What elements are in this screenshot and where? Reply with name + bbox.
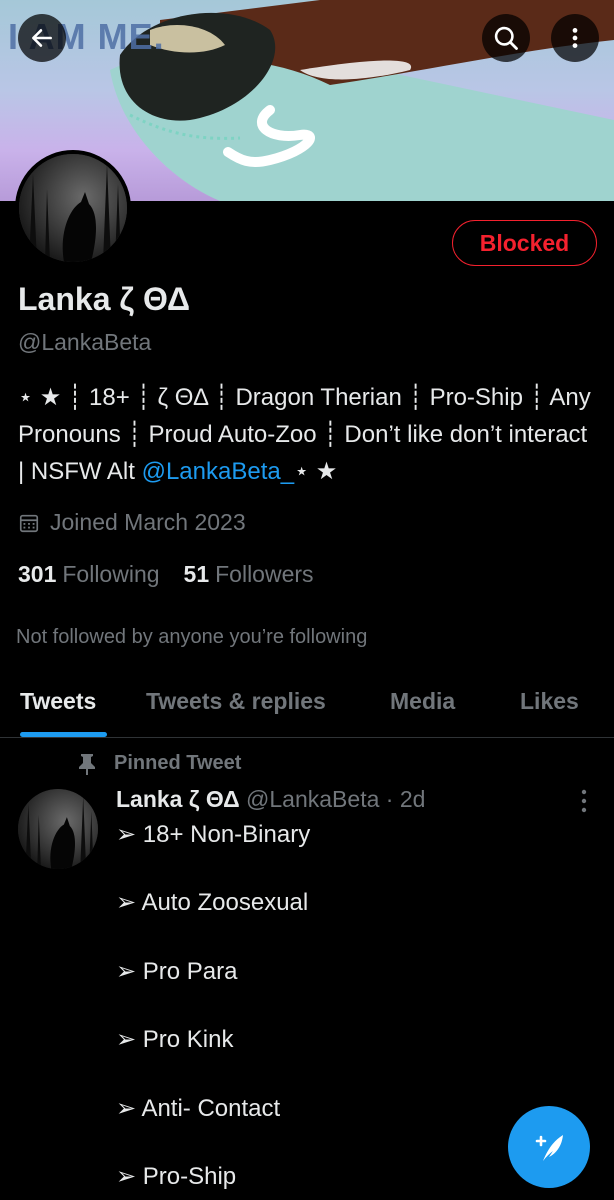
tweet-author-name[interactable]: Lanka ζ ΘΔ [116, 786, 240, 812]
bio-mention-link[interactable]: @LankaBeta_ [142, 458, 294, 485]
pinned-text: Pinned Tweet [114, 752, 242, 774]
tweet-line: ➢ Pro Para [116, 957, 238, 985]
tweet-line: ➢ Pro Kink [116, 1026, 234, 1054]
pin-icon [79, 753, 95, 775]
follow-stats: 301 Following 51 Followers [18, 561, 314, 588]
following-label: Following [62, 561, 160, 587]
followers-label: Followers [215, 561, 314, 587]
avatar-image [19, 154, 127, 262]
profile-avatar[interactable] [15, 150, 131, 266]
tweet-header: Lanka ζ ΘΔ @LankaBeta · 2d [116, 786, 425, 813]
tweet-body: ➢ 18+ Non-Binary ➢ Auto Zoosexual ➢ Pro … [116, 819, 310, 1200]
followers-link[interactable]: 51 Followers [184, 561, 314, 588]
arrow-left-icon [32, 29, 52, 47]
tweet-more-icon[interactable] [574, 788, 594, 814]
more-vertical-icon [572, 28, 578, 48]
tab-likes[interactable]: Likes [520, 688, 579, 715]
bio-text-end: ⋆ ★ [294, 458, 338, 485]
following-link[interactable]: 301 Following [18, 561, 160, 588]
back-button[interactable] [18, 14, 66, 62]
compose-tweet-button[interactable] [508, 1106, 590, 1188]
tab-tweets[interactable]: Tweets [20, 688, 96, 715]
tweet-line: ➢ Auto Zoosexual [116, 889, 309, 917]
compose-feather-icon [535, 1135, 563, 1161]
not-followed-notice: Not followed by anyone you’re following [16, 626, 368, 648]
tweet-time: · 2d [385, 786, 426, 812]
profile-bio: ⋆ ★ ┊ 18+ ┊ ζ ΘΔ ┊ Dragon Therian ┊ Pro-… [18, 379, 598, 490]
search-icon [494, 26, 518, 50]
joined-date: Joined March 2023 [18, 509, 246, 536]
joined-text: Joined March 2023 [50, 509, 246, 535]
profile-handle: @LankaBeta [18, 329, 152, 355]
search-button[interactable] [482, 14, 530, 62]
tweet-avatar[interactable] [18, 789, 98, 869]
tab-tweets-replies[interactable]: Tweets & replies [146, 688, 326, 715]
profile-tabs: Tweets Tweets & replies Media Likes [0, 672, 614, 738]
active-tab-indicator [20, 732, 107, 737]
tweet-author-handle[interactable]: @LankaBeta [246, 786, 379, 812]
blocked-button[interactable]: Blocked [452, 220, 597, 266]
pinned-label: Pinned Tweet [78, 752, 241, 775]
following-count: 301 [18, 561, 57, 587]
calendar-icon [19, 514, 39, 532]
followers-count: 51 [183, 561, 210, 587]
tweet-line: ➢ Pro-Ship [116, 1162, 237, 1190]
tweet-avatar-image [18, 789, 98, 869]
more-options-button[interactable] [551, 14, 599, 62]
display-name: Lanka ζ ΘΔ [18, 281, 191, 317]
tab-media[interactable]: Media [390, 688, 455, 715]
tweet-line: ➢ 18+ Non-Binary [116, 821, 311, 848]
tweet-line: ➢ Anti- Contact [116, 1094, 281, 1122]
